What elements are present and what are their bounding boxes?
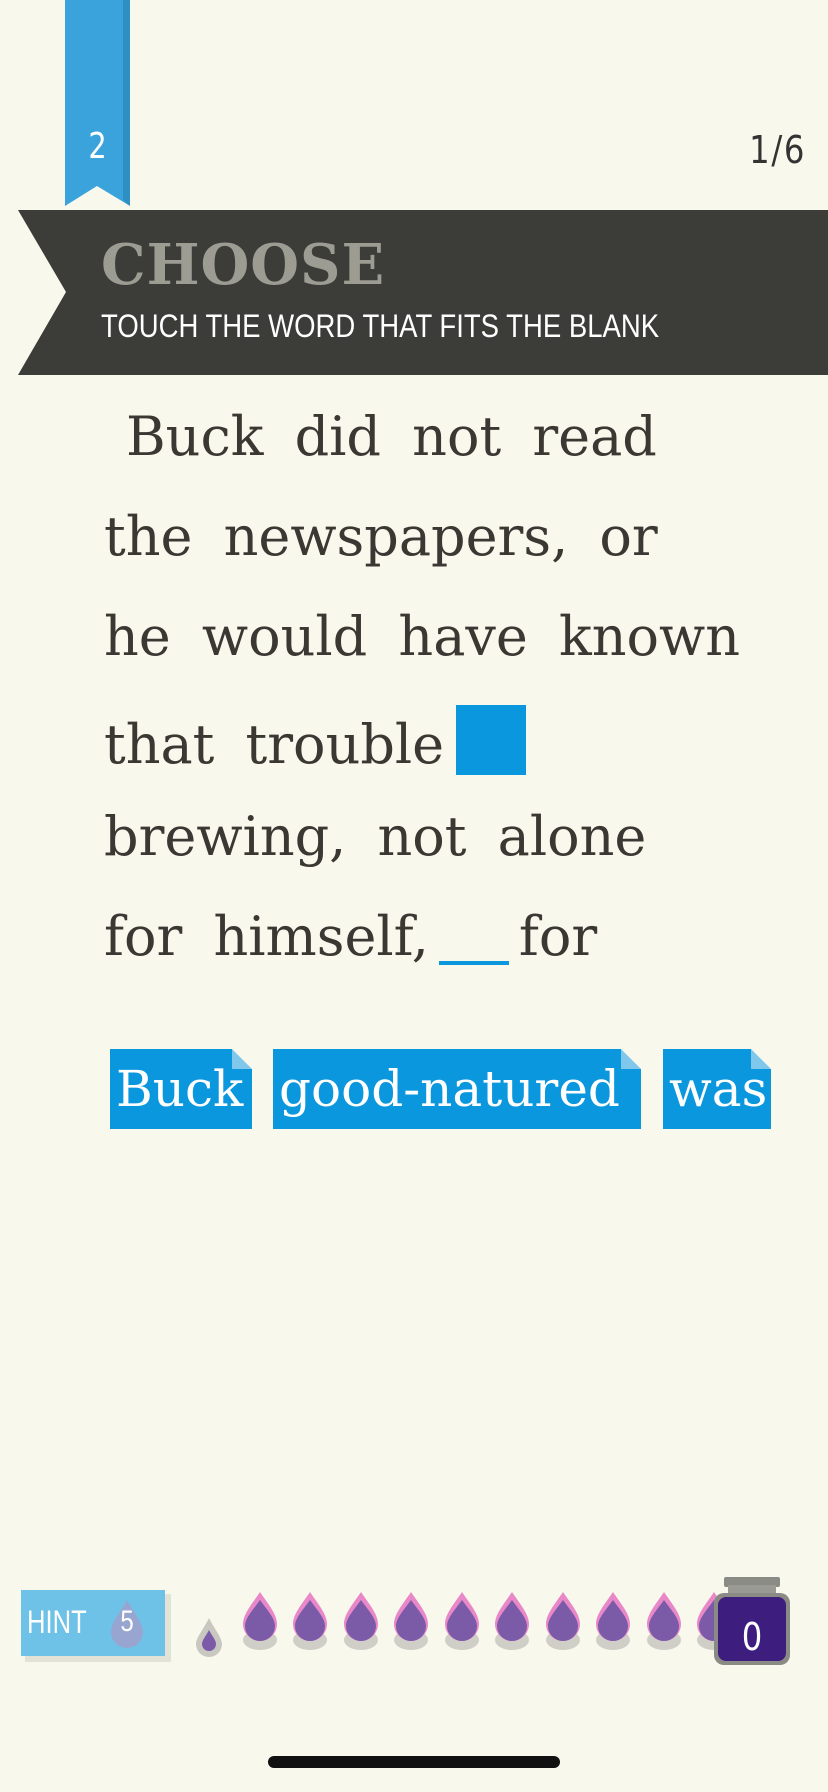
ink-drops-meter <box>0 1590 828 1670</box>
ink-drop-icon <box>343 1592 378 1650</box>
passage-line: that trouble <box>104 705 527 805</box>
passage-line: brewing, not alone <box>104 805 647 868</box>
passage-line: Buck did not read <box>126 405 657 468</box>
ink-drop-icon <box>596 1592 630 1650</box>
passage-line: the newspapers, or <box>104 505 658 568</box>
ink-drop-icon <box>545 1592 580 1650</box>
choice-word[interactable]: Buck <box>110 1049 252 1129</box>
active-blank[interactable] <box>456 705 527 775</box>
banner-title: CHOOSE <box>101 232 386 298</box>
level-ribbon: 2 <box>65 0 130 206</box>
home-indicator <box>268 1756 560 1768</box>
level-number: 2 <box>88 126 107 167</box>
corner-fold <box>751 1049 771 1069</box>
ink-drop-icon <box>196 1618 222 1657</box>
ink-drop-icon <box>646 1592 681 1650</box>
ink-drop-icon <box>444 1592 479 1650</box>
upcoming-blank <box>438 961 509 965</box>
passage-line: for himself, for <box>104 905 598 968</box>
passage-line: he would have known <box>104 605 741 668</box>
choice-word[interactable]: was <box>663 1049 771 1129</box>
ribbon-icon <box>65 0 130 206</box>
ink-count: 0 <box>741 1615 763 1659</box>
inkwell-button[interactable]: 0 <box>712 1575 792 1670</box>
choice-word[interactable]: good-natured <box>273 1049 641 1129</box>
corner-fold <box>621 1049 641 1069</box>
banner-subtitle: TOUCH THE WORD THAT FITS THE BLANK <box>101 308 660 344</box>
progress-counter: 1/6 <box>748 128 806 172</box>
corner-fold <box>232 1049 252 1069</box>
ink-drop-icon <box>293 1592 327 1650</box>
ink-drop-icon <box>495 1592 529 1650</box>
instruction-banner: CHOOSE TOUCH THE WORD THAT FITS THE BLAN… <box>0 210 828 375</box>
ink-drop-icon <box>394 1592 428 1650</box>
ink-drop-icon <box>242 1592 277 1650</box>
